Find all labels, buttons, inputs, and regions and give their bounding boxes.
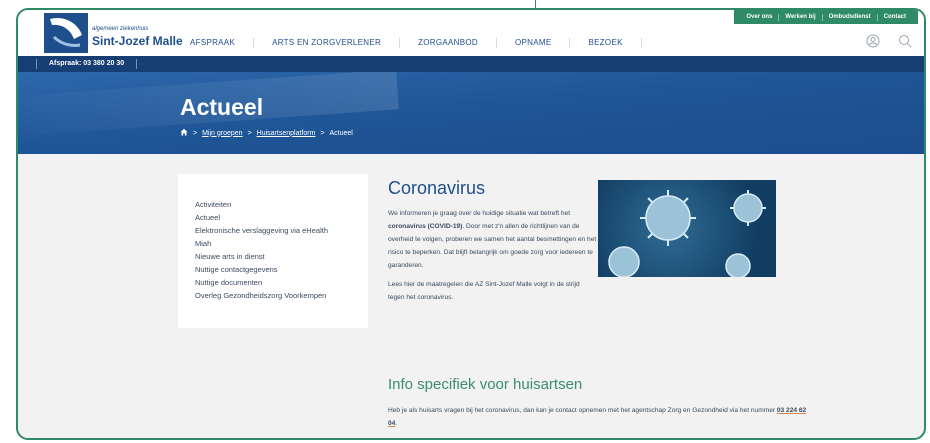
breadcrumb-current: Actueel — [329, 129, 353, 137]
article-intro: We informeren je graag over de huidige s… — [388, 210, 597, 269]
nav-afspraak[interactable]: AFSPRAAK — [190, 38, 253, 48]
coronavirus-image — [598, 180, 776, 277]
appointment-phone[interactable]: Afspraak: 03 380 20 30 — [36, 59, 138, 69]
site-header: algemeen ziekenhuis Sint-Jozef Malle AFS… — [18, 10, 924, 56]
util-over-ons[interactable]: Over ons — [740, 14, 778, 21]
breadcrumb: > Mijn groepen > Huisartsenplatform > Ac… — [180, 128, 353, 138]
nav-bezoek[interactable]: BEZOEK — [569, 38, 642, 48]
search-icon[interactable] — [896, 32, 914, 50]
chevron-right-icon: > — [320, 129, 325, 137]
logo-name: Sint-Jozef Malle — [92, 34, 183, 48]
menu-item-actueel[interactable]: Actueel — [195, 211, 368, 224]
page-banner: Actueel > Mijn groepen > Huisartsenplatf… — [18, 72, 924, 154]
article-title: Coronavirus — [388, 178, 486, 198]
logo-mark-icon — [44, 13, 88, 53]
browser-frame: algemeen ziekenhuis Sint-Jozef Malle AFS… — [16, 8, 926, 440]
util-ombudsdienst[interactable]: Ombudsdienst — [821, 13, 877, 21]
logo-subtitle: algemeen ziekenhuis — [92, 26, 149, 32]
chevron-right-icon: > — [193, 129, 198, 137]
covid-highlight: coronavirus (COVID-19) — [388, 223, 463, 230]
nav-arts-en-zorgverlener[interactable]: ARTS EN ZORGVERLENER — [253, 38, 399, 48]
menu-item-overleg[interactable]: Overleg Gezondheidszorg Voorkempen — [195, 289, 368, 302]
menu-item-contactgegevens[interactable]: Nuttige contactgegevens — [195, 263, 368, 276]
nav-zorgaanbod[interactable]: ZORGAANBOD — [399, 38, 496, 48]
menu-item-miah[interactable]: Miah — [195, 237, 368, 250]
info-huisartsen-text: Heb je als huisarts vragen bij het coron… — [388, 407, 807, 427]
user-icon[interactable] — [864, 32, 882, 50]
page-title: Actueel — [180, 94, 264, 120]
header-icons — [864, 32, 914, 50]
menu-item-documenten[interactable]: Nuttige documenten — [195, 276, 368, 289]
menu-item-activiteiten[interactable]: Activiteiten — [195, 198, 368, 211]
util-contact[interactable]: Contact — [876, 13, 912, 21]
chevron-right-icon: > — [247, 129, 252, 137]
menu-item-nieuwe-arts[interactable]: Nieuwe arts in dienst — [195, 250, 368, 263]
breadcrumb-huisartsenplatform[interactable]: Huisartsenplatform — [257, 130, 316, 137]
article-measures-link[interactable]: Lees hier de maatregelen die AZ Sint-Joz… — [388, 278, 598, 304]
util-werken-bij[interactable]: Werken bij — [778, 13, 821, 21]
info-bar: Afspraak: 03 380 20 30 — [18, 56, 924, 72]
nav-opname[interactable]: OPNAME — [495, 38, 569, 48]
home-icon[interactable] — [180, 128, 188, 138]
side-menu: Activiteiten Actueel Elektronische versl… — [178, 174, 368, 328]
breadcrumb-mijn-groepen[interactable]: Mijn groepen — [202, 130, 242, 137]
menu-item-ehealth[interactable]: Elektronische verslaggeving via eHealth — [195, 224, 368, 237]
article: Coronavirus We informeren je graag over … — [388, 178, 598, 304]
utility-navigation: Over ons Werken bij Ombudsdienst Contact — [734, 10, 918, 24]
main-navigation: AFSPRAAK ARTS EN ZORGVERLENER ZORGAANBOD… — [190, 38, 642, 48]
site-logo[interactable]: algemeen ziekenhuis Sint-Jozef Malle — [44, 13, 194, 53]
info-huisartsen-title: Info specifiek voor huisartsen — [388, 376, 583, 393]
